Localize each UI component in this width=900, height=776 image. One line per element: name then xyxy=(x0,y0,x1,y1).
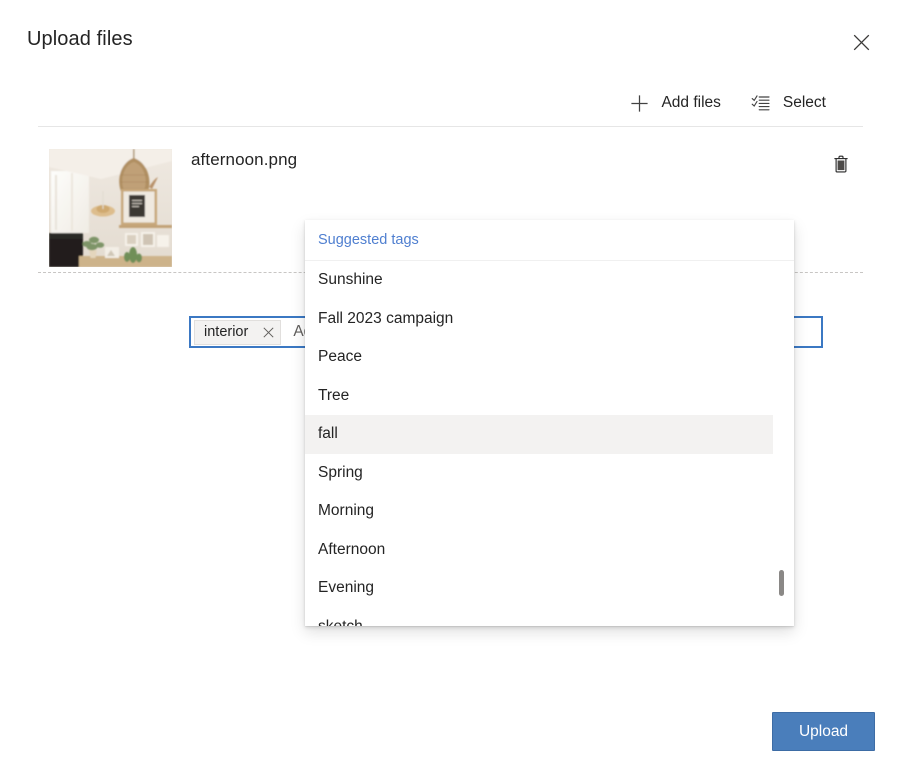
file-name: afternoon.png xyxy=(191,150,297,170)
dialog-footer: Upload xyxy=(0,690,900,776)
suggested-tags-header-label: Suggested tags xyxy=(318,232,419,248)
close-dialog-button[interactable] xyxy=(844,25,878,59)
suggested-tags-dropdown: Suggested tags Sunshine Fall 2023 campai… xyxy=(305,220,794,626)
plus-icon xyxy=(629,93,649,113)
list-item[interactable]: Afternoon xyxy=(305,531,794,570)
list-item[interactable]: Fall 2023 campaign xyxy=(305,300,794,339)
list-item[interactable]: Spring xyxy=(305,454,794,493)
select-label: Select xyxy=(783,94,826,112)
list-item[interactable]: Sunshine xyxy=(305,261,794,300)
add-files-button[interactable]: Add files xyxy=(623,86,726,120)
dialog-header: Upload files xyxy=(0,0,900,80)
upload-button[interactable]: Upload xyxy=(772,712,875,751)
tag-pill-label: interior xyxy=(204,324,248,340)
list-item[interactable]: Peace xyxy=(305,338,794,377)
dropdown-scrollbar-thumb[interactable] xyxy=(779,570,784,596)
command-bar: Add files Select xyxy=(0,82,900,124)
close-icon xyxy=(853,34,870,51)
suggested-tags-header: Suggested tags xyxy=(305,220,794,261)
list-item[interactable]: sketch xyxy=(305,608,794,627)
tag-pill[interactable]: interior xyxy=(194,320,281,345)
page-title: Upload files xyxy=(27,28,133,51)
upload-files-dialog: Upload files Add files xyxy=(0,0,900,776)
header-divider xyxy=(38,126,863,127)
list-item[interactable]: Evening xyxy=(305,569,794,608)
select-button[interactable]: Select xyxy=(745,86,832,120)
checklist-select-icon xyxy=(751,93,771,113)
suggested-tags-list: Sunshine Fall 2023 campaign Peace Tree f… xyxy=(305,261,794,626)
trash-icon xyxy=(833,155,849,178)
add-files-label: Add files xyxy=(661,94,720,112)
list-item[interactable]: Tree xyxy=(305,377,794,416)
list-item[interactable]: fall xyxy=(305,415,773,454)
delete-file-button[interactable] xyxy=(826,151,856,181)
file-thumbnail xyxy=(49,149,172,267)
list-item[interactable]: Morning xyxy=(305,492,794,531)
remove-tag-icon[interactable] xyxy=(256,321,280,344)
